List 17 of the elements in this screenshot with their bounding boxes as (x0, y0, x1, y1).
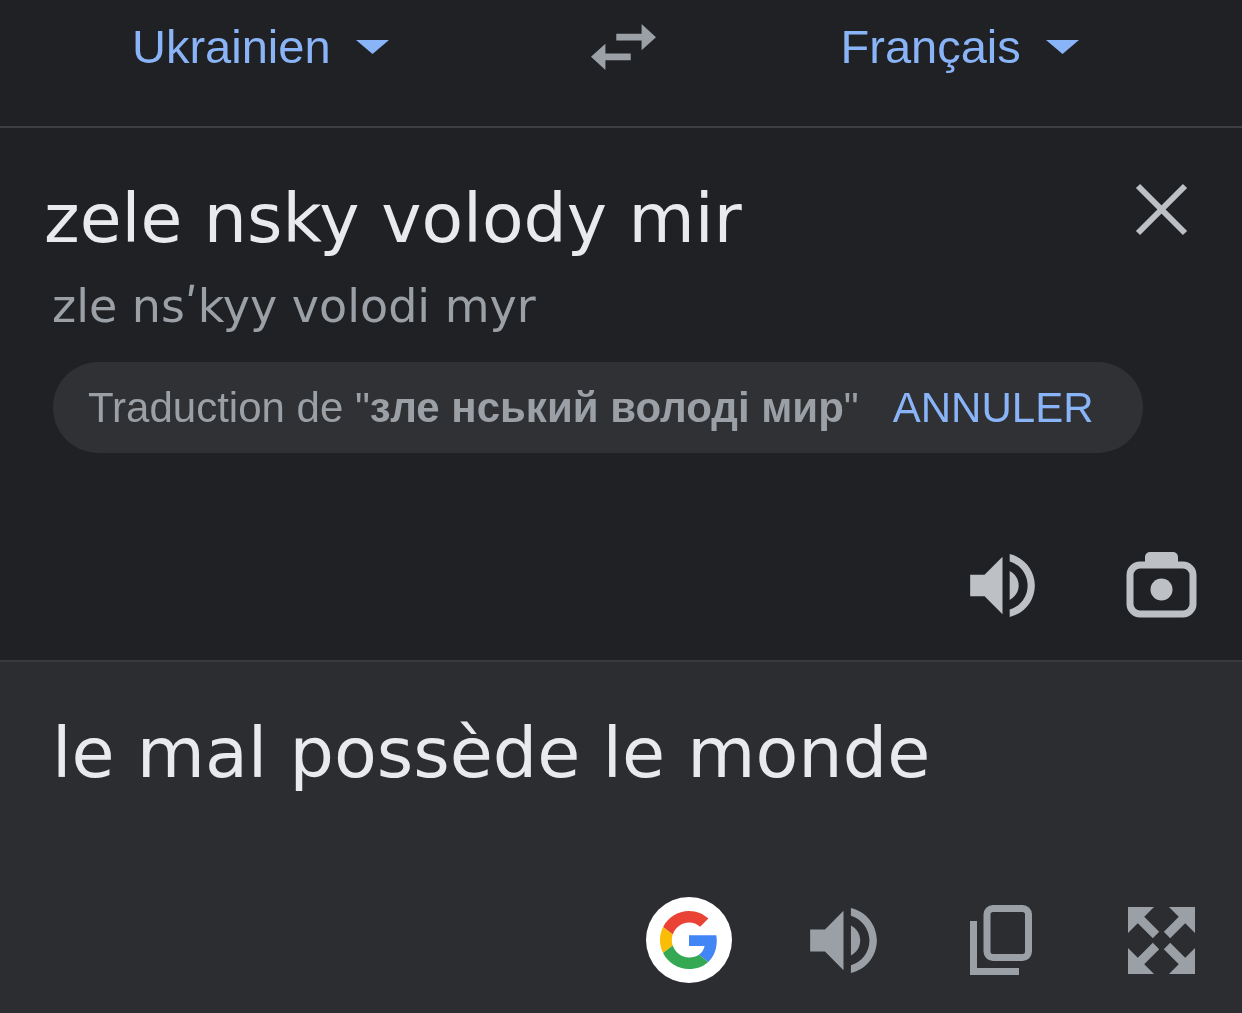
g-logo-icon[interactable] (646, 897, 732, 983)
fullscreen-icon[interactable] (1128, 906, 1195, 974)
caret-icon (355, 40, 389, 54)
source-text-field[interactable]: zele nsky volody mir (44, 179, 1135, 259)
speaker-icon[interactable] (810, 907, 877, 973)
swap-arrows-icon[interactable] (590, 24, 656, 70)
cancel-link[interactable]: ANNULER (892, 383, 1094, 432)
caret-icon (1045, 40, 1079, 54)
speaker-icon[interactable] (970, 553, 1035, 617)
source-language-button[interactable]: Ukrainien (132, 19, 389, 75)
camera-icon[interactable] (1126, 552, 1197, 618)
transliteration-text: zle nsʹkyy volodi myr (52, 279, 536, 333)
copy-icon[interactable] (970, 905, 1032, 975)
target-language-button[interactable]: Français (840, 19, 1079, 75)
close-icon[interactable] (1135, 183, 1188, 236)
translation-text: le mal possède le monde (52, 712, 931, 794)
suggestion-text: Traduction de "зле нський володі мир" (88, 383, 859, 432)
